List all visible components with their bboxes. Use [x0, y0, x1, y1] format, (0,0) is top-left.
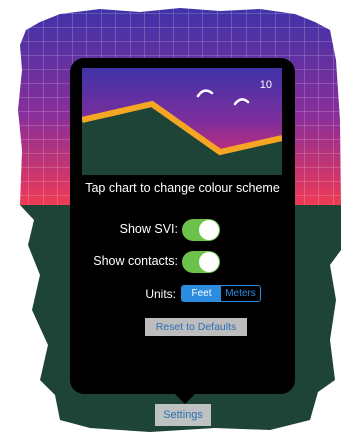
toggle-knob: [199, 252, 219, 272]
toggle-knob: [199, 220, 219, 240]
settings-button[interactable]: Settings: [155, 404, 211, 426]
preview-corner-value: 10: [260, 79, 272, 91]
units-option-feet[interactable]: Feet: [182, 286, 221, 301]
units-segmented-control: Feet Meters: [181, 285, 261, 302]
reset-to-defaults-button[interactable]: Reset to Defaults: [145, 318, 247, 336]
units-option-meters[interactable]: Meters: [221, 286, 260, 301]
units-label: Units:: [145, 287, 176, 301]
show-svi-toggle[interactable]: [182, 219, 220, 241]
show-contacts-label: Show contacts:: [93, 254, 178, 268]
colour-scheme-chart-preview[interactable]: 10: [82, 68, 282, 175]
colour-scheme-hint: Tap chart to change colour scheme: [85, 181, 280, 195]
popover-arrow: [175, 394, 195, 404]
show-svi-label: Show SVI:: [119, 222, 178, 236]
show-contacts-toggle[interactable]: [182, 251, 220, 273]
